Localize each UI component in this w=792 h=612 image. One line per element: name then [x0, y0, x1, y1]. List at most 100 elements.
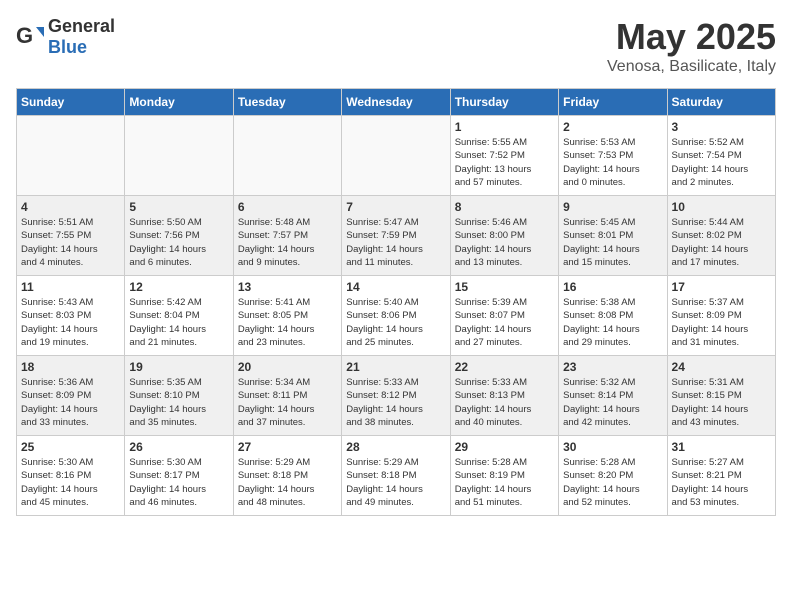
week-row-2: 4 Sunrise: 5:51 AM Sunset: 7:55 PM Daylig… [17, 196, 776, 276]
day-info: Sunrise: 5:28 AM Sunset: 8:20 PM Dayligh… [563, 456, 662, 509]
day-header-sunday: Sunday [17, 89, 125, 116]
logo: G General Blue [16, 16, 115, 58]
calendar-cell: 9Sunrise: 5:45 AM Sunset: 8:01 PM Daylig… [559, 196, 667, 276]
day-info: Sunrise: 5:50 AM Sunset: 7:56 PM Dayligh… [129, 216, 228, 269]
day-number: 30 [563, 440, 662, 454]
calendar-cell: 15 Sunrise: 5:39 AM Sunset: 8:07 PM Dayli… [450, 276, 558, 356]
calendar-cell: 27Sunrise: 5:29 AM Sunset: 8:18 PM Dayli… [233, 436, 341, 516]
day-header-tuesday: Tuesday [233, 89, 341, 116]
day-number: 8 [455, 200, 554, 214]
day-info: Sunrise: 5:52 AM Sunset: 7:54 PM Dayligh… [672, 136, 771, 189]
day-number: 19 [129, 360, 228, 374]
calendar-cell: 7Sunrise: 5:47 AM Sunset: 7:59 PM Daylig… [342, 196, 450, 276]
calendar-cell: 5 Sunrise: 5:50 AM Sunset: 7:56 PM Daylig… [125, 196, 233, 276]
calendar-cell: 1 Sunrise: 5:55 AM Sunset: 7:52 PM Daylig… [450, 116, 558, 196]
day-number: 22 [455, 360, 554, 374]
day-info: Sunrise: 5:30 AM Sunset: 8:16 PM Dayligh… [21, 456, 120, 509]
day-number: 16 [563, 280, 662, 294]
day-info: Sunrise: 5:33 AM Sunset: 8:13 PM Dayligh… [455, 376, 554, 429]
day-header-monday: Monday [125, 89, 233, 116]
calendar-cell: 22 Sunrise: 5:33 AM Sunset: 8:13 PM Dayli… [450, 356, 558, 436]
calendar-cell: 30 Sunrise: 5:28 AM Sunset: 8:20 PM Dayli… [559, 436, 667, 516]
day-info: Sunrise: 5:51 AM Sunset: 7:55 PM Dayligh… [21, 216, 120, 269]
week-row-3: 11 Sunrise: 5:43 AM Sunset: 8:03 PM Dayli… [17, 276, 776, 356]
calendar-cell: 31 Sunrise: 5:27 AM Sunset: 8:21 PM Dayli… [667, 436, 775, 516]
day-info: Sunrise: 5:28 AM Sunset: 8:19 PM Dayligh… [455, 456, 554, 509]
location-title: Venosa, Basilicate, Italy [607, 58, 776, 76]
day-info: Sunrise: 5:33 AM Sunset: 8:12 PM Dayligh… [346, 376, 445, 429]
day-header-wednesday: Wednesday [342, 89, 450, 116]
day-info: Sunrise: 5:48 AM Sunset: 7:57 PM Dayligh… [238, 216, 337, 269]
day-number: 6 [238, 200, 337, 214]
day-info: Sunrise: 5:44 AM Sunset: 8:02 PM Dayligh… [672, 216, 771, 269]
week-row-4: 18 Sunrise: 5:36 AM Sunset: 8:09 PM Dayli… [17, 356, 776, 436]
day-number: 21 [346, 360, 445, 374]
day-number: 10 [672, 200, 771, 214]
calendar-cell: 13Sunrise: 5:41 AM Sunset: 8:05 PM Dayli… [233, 276, 341, 356]
day-number: 5 [129, 200, 228, 214]
day-number: 2 [563, 120, 662, 134]
day-number: 7 [346, 200, 445, 214]
day-info: Sunrise: 5:37 AM Sunset: 8:09 PM Dayligh… [672, 296, 771, 349]
day-info: Sunrise: 5:45 AM Sunset: 8:01 PM Dayligh… [563, 216, 662, 269]
day-info: Sunrise: 5:43 AM Sunset: 8:03 PM Dayligh… [21, 296, 120, 349]
day-info: Sunrise: 5:29 AM Sunset: 8:18 PM Dayligh… [346, 456, 445, 509]
day-number: 13 [238, 280, 337, 294]
day-info: Sunrise: 5:27 AM Sunset: 8:21 PM Dayligh… [672, 456, 771, 509]
day-number: 25 [21, 440, 120, 454]
calendar-cell: 6 Sunrise: 5:48 AM Sunset: 7:57 PM Daylig… [233, 196, 341, 276]
day-number: 3 [672, 120, 771, 134]
calendar-cell: 17Sunrise: 5:37 AM Sunset: 8:09 PM Dayli… [667, 276, 775, 356]
day-number: 18 [21, 360, 120, 374]
week-row-1: 1 Sunrise: 5:55 AM Sunset: 7:52 PM Daylig… [17, 116, 776, 196]
logo-icon: G [16, 23, 44, 51]
calendar-cell: 4 Sunrise: 5:51 AM Sunset: 7:55 PM Daylig… [17, 196, 125, 276]
calendar-cell: 19 Sunrise: 5:35 AM Sunset: 8:10 PM Dayli… [125, 356, 233, 436]
week-row-5: 25 Sunrise: 5:30 AM Sunset: 8:16 PM Dayli… [17, 436, 776, 516]
day-number: 29 [455, 440, 554, 454]
day-info: Sunrise: 5:31 AM Sunset: 8:15 PM Dayligh… [672, 376, 771, 429]
logo-general-text: General [48, 16, 115, 36]
day-info: Sunrise: 5:30 AM Sunset: 8:17 PM Dayligh… [129, 456, 228, 509]
calendar-cell: 2 Sunrise: 5:53 AM Sunset: 7:53 PM Daylig… [559, 116, 667, 196]
day-number: 27 [238, 440, 337, 454]
day-info: Sunrise: 5:36 AM Sunset: 8:09 PM Dayligh… [21, 376, 120, 429]
day-info: Sunrise: 5:39 AM Sunset: 8:07 PM Dayligh… [455, 296, 554, 349]
day-header-friday: Friday [559, 89, 667, 116]
header: G General Blue May 2025 Venosa, Basilica… [16, 16, 776, 76]
calendar-cell: 18 Sunrise: 5:36 AM Sunset: 8:09 PM Dayli… [17, 356, 125, 436]
day-info: Sunrise: 5:53 AM Sunset: 7:53 PM Dayligh… [563, 136, 662, 189]
calendar-cell: 28 Sunrise: 5:29 AM Sunset: 8:18 PM Dayli… [342, 436, 450, 516]
calendar-cell: 11 Sunrise: 5:43 AM Sunset: 8:03 PM Dayli… [17, 276, 125, 356]
day-info: Sunrise: 5:55 AM Sunset: 7:52 PM Dayligh… [455, 136, 554, 189]
day-number: 4 [21, 200, 120, 214]
day-number: 26 [129, 440, 228, 454]
logo-blue-text: Blue [48, 37, 87, 57]
calendar-cell: 3 Sunrise: 5:52 AM Sunset: 7:54 PM Daylig… [667, 116, 775, 196]
calendar-cell: 26 Sunrise: 5:30 AM Sunset: 8:17 PM Dayli… [125, 436, 233, 516]
day-number: 28 [346, 440, 445, 454]
calendar-cell [342, 116, 450, 196]
day-info: Sunrise: 5:32 AM Sunset: 8:14 PM Dayligh… [563, 376, 662, 429]
day-header-saturday: Saturday [667, 89, 775, 116]
day-number: 15 [455, 280, 554, 294]
day-number: 24 [672, 360, 771, 374]
calendar-cell: 29 Sunrise: 5:28 AM Sunset: 8:19 PM Dayli… [450, 436, 558, 516]
day-info: Sunrise: 5:34 AM Sunset: 8:11 PM Dayligh… [238, 376, 337, 429]
calendar-cell: 8 Sunrise: 5:46 AM Sunset: 8:00 PM Daylig… [450, 196, 558, 276]
calendar-cell: 21 Sunrise: 5:33 AM Sunset: 8:12 PM Dayli… [342, 356, 450, 436]
day-header-thursday: Thursday [450, 89, 558, 116]
day-info: Sunrise: 5:35 AM Sunset: 8:10 PM Dayligh… [129, 376, 228, 429]
calendar-table: SundayMondayTuesdayWednesdayThursdayFrid… [16, 88, 776, 516]
day-info: Sunrise: 5:46 AM Sunset: 8:00 PM Dayligh… [455, 216, 554, 269]
calendar-cell: 14Sunrise: 5:40 AM Sunset: 8:06 PM Dayli… [342, 276, 450, 356]
day-number: 11 [21, 280, 120, 294]
calendar-cell [17, 116, 125, 196]
svg-text:G: G [16, 23, 33, 48]
calendar-cell: 24 Sunrise: 5:31 AM Sunset: 8:15 PM Dayli… [667, 356, 775, 436]
day-number: 31 [672, 440, 771, 454]
month-title: May 2025 [607, 16, 776, 58]
day-number: 1 [455, 120, 554, 134]
calendar-cell: 16Sunrise: 5:38 AM Sunset: 8:08 PM Dayli… [559, 276, 667, 356]
calendar-cell: 23Sunrise: 5:32 AM Sunset: 8:14 PM Dayli… [559, 356, 667, 436]
